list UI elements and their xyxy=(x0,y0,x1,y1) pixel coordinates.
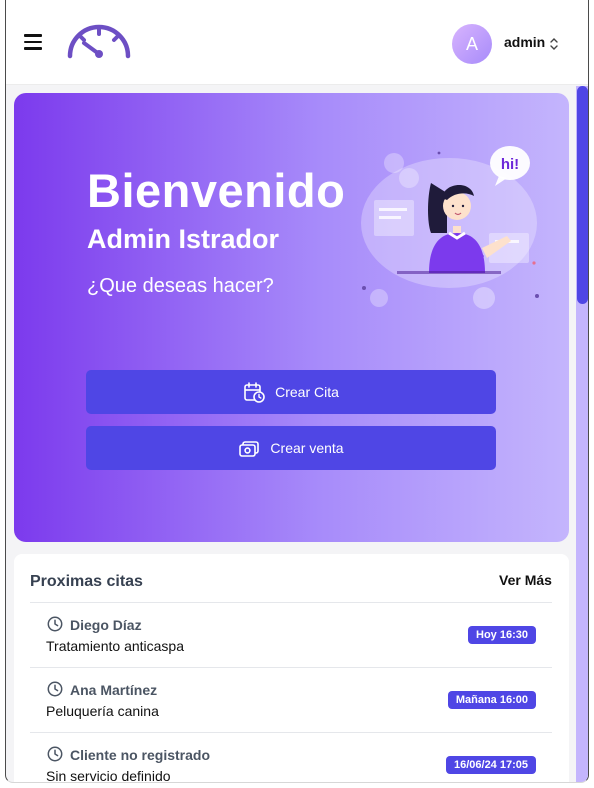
create-sale-button[interactable]: Crear venta xyxy=(86,426,496,470)
scrollbar-thumb[interactable] xyxy=(577,86,588,304)
create-appointment-label: Crear Cita xyxy=(275,384,339,400)
welcome-title: Bienvenido xyxy=(87,164,346,217)
card-title: Proximas citas xyxy=(30,573,143,590)
cash-icon xyxy=(239,441,260,457)
welcome-banner: Bienvenido Admin Istrador ¿Que deseas ha… xyxy=(14,93,569,542)
see-more-link[interactable]: Ver Más xyxy=(499,572,552,588)
appointment-time-badge: 16/06/24 17:05 xyxy=(445,756,536,774)
top-bar: A admin xyxy=(6,0,588,85)
menu-icon[interactable] xyxy=(24,34,42,50)
appointment-row[interactable]: Ana Martínez Peluquería canina Mañana 16… xyxy=(30,667,552,732)
appointment-row[interactable]: Diego Díaz Tratamiento anticaspa Hoy 16:… xyxy=(30,602,552,667)
svg-text:hi!: hi! xyxy=(501,156,519,173)
calendar-clock-icon xyxy=(244,382,265,403)
avatar[interactable]: A xyxy=(452,24,492,64)
clock-icon xyxy=(47,681,63,697)
appointment-service: Tratamiento anticaspa xyxy=(46,638,184,654)
welcome-user-name: Admin Istrador xyxy=(87,224,280,254)
upcoming-appointments-card: Proximas citas Ver Más Diego Díaz Tratam… xyxy=(14,554,569,783)
appointment-time-badge: Mañana 16:00 xyxy=(447,691,536,709)
appointment-client: Cliente no registrado xyxy=(70,747,211,763)
appointment-row[interactable]: Cliente no registrado Sin servicio defin… xyxy=(30,732,552,783)
appointment-service: Peluquería canina xyxy=(46,703,159,719)
appointment-client: Ana Martínez xyxy=(70,682,158,698)
welcome-question: ¿Que deseas hacer? xyxy=(87,275,274,297)
greeting-woman-illustration: hi! xyxy=(361,146,539,309)
user-name[interactable]: admin xyxy=(504,34,545,50)
clock-icon xyxy=(47,616,63,632)
app-window: A admin Bienvenido Admin Istrador ¿Que d… xyxy=(5,0,589,783)
clock-icon xyxy=(47,746,63,762)
appointment-time-badge: Hoy 16:30 xyxy=(468,626,536,644)
appointment-service: Sin servicio definido xyxy=(46,768,171,783)
create-sale-label: Crear venta xyxy=(270,440,344,456)
chevron-up-down-icon[interactable] xyxy=(549,36,559,52)
speedometer-logo-icon[interactable] xyxy=(66,21,132,59)
appointment-client: Diego Díaz xyxy=(70,617,142,633)
create-appointment-button[interactable]: Crear Cita xyxy=(86,370,496,414)
